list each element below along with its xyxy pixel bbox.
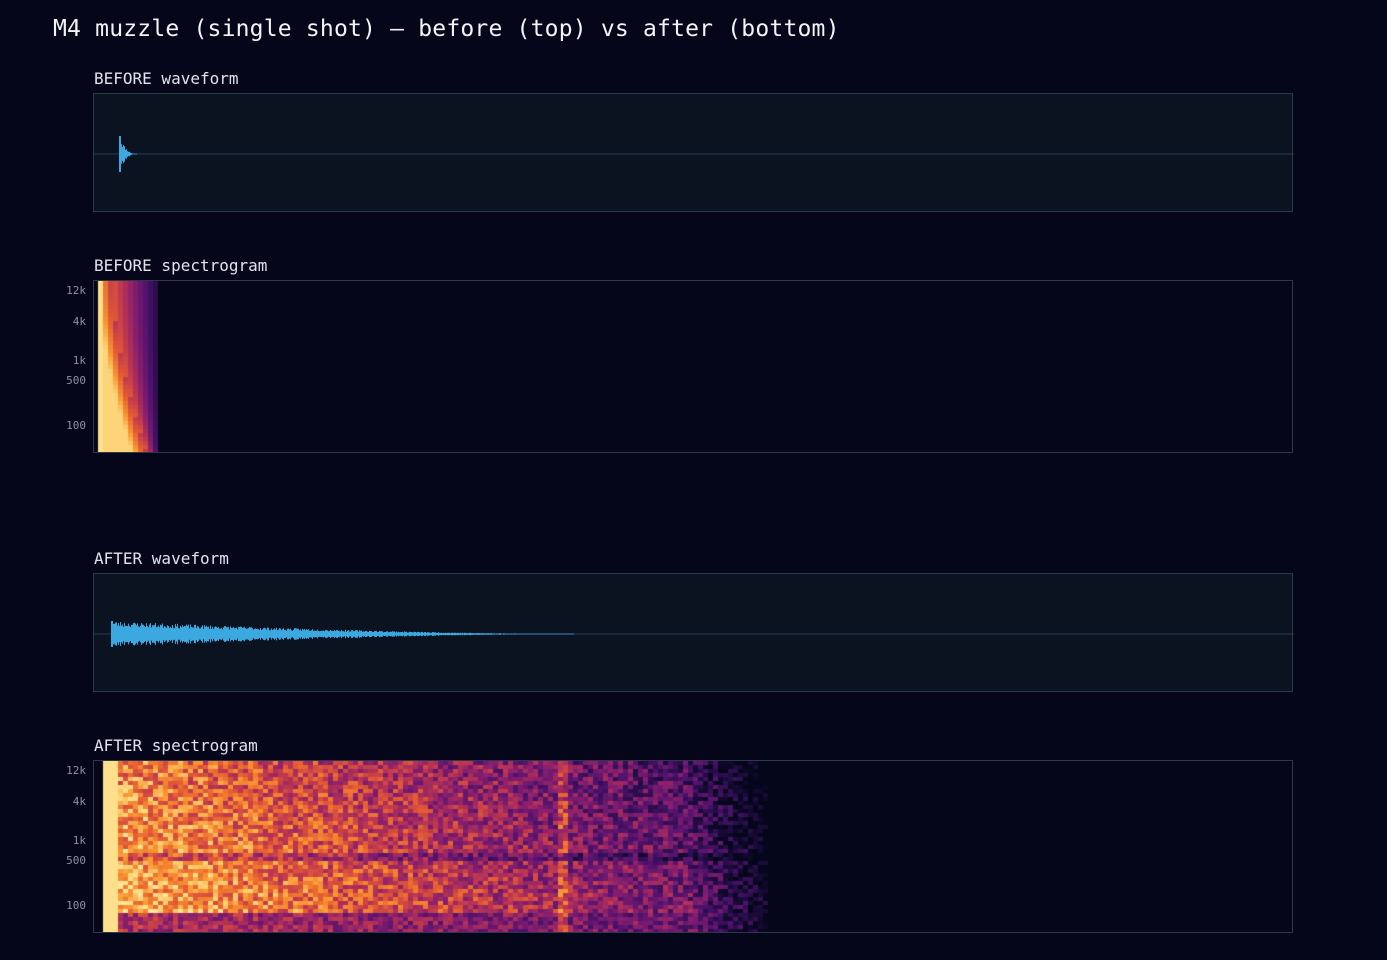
before-tick-12k: 12k	[66, 284, 86, 297]
before-tick-500: 500	[66, 374, 86, 387]
before-spectrogram-panel	[93, 280, 1293, 453]
before-tick-1k: 1k	[72, 354, 86, 367]
before-waveform-label: BEFORE waveform	[94, 69, 239, 88]
after-waveform-plot	[94, 621, 1294, 647]
after-spectrogram-panel	[93, 760, 1293, 933]
after-spectrogram-canvas	[94, 761, 1292, 932]
after-spectrogram-label: AFTER spectrogram	[94, 736, 258, 755]
after-waveform-label: AFTER waveform	[94, 549, 229, 568]
after-waveform-panel	[93, 573, 1294, 692]
before-tick-4k: 4k	[72, 315, 86, 328]
page-title: M4 muzzle (single shot) — before (top) v…	[53, 16, 840, 42]
after-tick-500: 500	[66, 854, 86, 867]
after-tick-1k: 1k	[72, 834, 86, 847]
after-tick-12k: 12k	[66, 764, 86, 777]
before-tick-100: 100	[66, 419, 86, 432]
after-tick-4k: 4k	[72, 795, 86, 808]
before-waveform-panel	[93, 93, 1294, 212]
before-spectrogram-canvas	[94, 281, 1292, 452]
after-waveform-trace	[111, 621, 574, 647]
before-spectrogram-label: BEFORE spectrogram	[94, 256, 268, 275]
before-waveform-trace	[119, 136, 137, 172]
before-waveform-plot	[94, 136, 1294, 172]
after-tick-100: 100	[66, 899, 86, 912]
